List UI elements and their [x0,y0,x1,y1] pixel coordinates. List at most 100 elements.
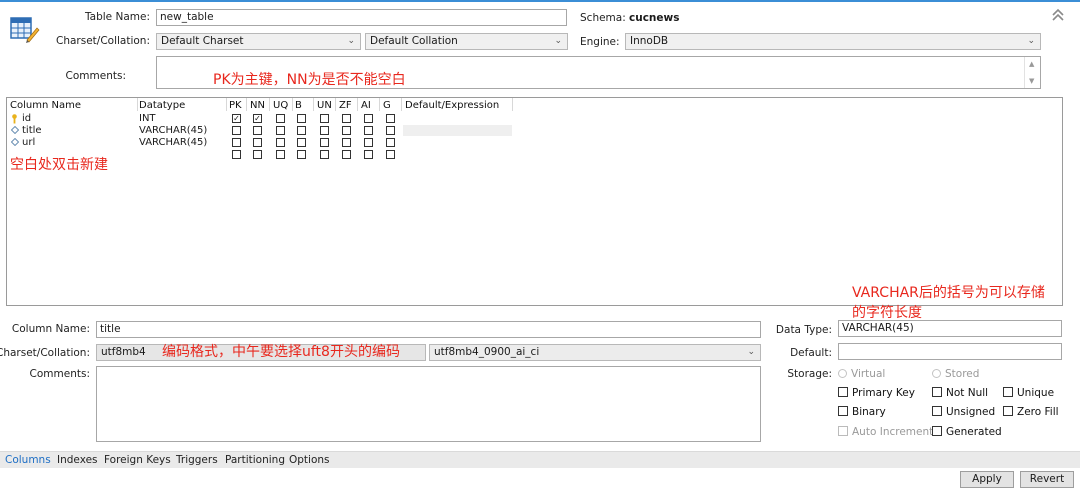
default-input[interactable] [838,343,1062,360]
zf-checkbox[interactable] [342,150,351,159]
unsigned-label: Unsigned [946,406,996,418]
table-row[interactable]: url VARCHAR(45) [7,137,1062,149]
un-checkbox[interactable] [320,114,329,123]
storage-label: Storage: [787,368,832,380]
zf-checkbox[interactable] [342,126,351,135]
uq-checkbox[interactable] [276,138,285,147]
datatype-label: Data Type: [775,324,832,336]
tab-options[interactable]: Options [289,454,330,466]
column-collation-select[interactable]: utf8mb4_0900_ai_ci ⌄ [429,344,761,361]
table-name-label: Table Name: [84,11,150,23]
scroll-down-icon: ▼ [1029,77,1035,85]
collation-select[interactable]: Default Collation ⌄ [365,33,568,50]
ai-checkbox[interactable] [364,114,373,123]
auto-increment-checkbox[interactable]: Auto Increment [838,426,933,438]
uq-checkbox[interactable] [276,114,285,123]
table-row[interactable]: title VARCHAR(45) [7,125,1062,137]
engine-select[interactable]: InnoDB ⌄ [625,33,1041,50]
tab-foreign-keys[interactable]: Foreign Keys [104,454,171,466]
virtual-radio[interactable]: Virtual [838,368,885,380]
pk-checkbox[interactable]: ✓ [232,114,241,123]
grid-header-nn: NN [250,100,265,111]
datatype-input[interactable]: VARCHAR(45) [838,320,1062,337]
table-row[interactable] [7,149,1062,161]
tab-indexes[interactable]: Indexes [57,454,98,466]
zf-checkbox[interactable] [342,114,351,123]
annotation-blank: 空白处双击新建 [10,157,108,173]
tab-partitioning[interactable]: Partitioning [225,454,285,466]
column-name-cell[interactable]: title [22,125,42,136]
collapse-chevron-icon[interactable] [1051,8,1065,22]
nn-checkbox[interactable] [253,150,262,159]
default-expression-cell[interactable] [403,137,512,148]
zero-fill-checkbox[interactable]: Zero Fill [1003,406,1059,418]
charset-collation-label: Charset/Collation: [56,35,150,47]
charset-select-value: Default Charset [161,35,244,47]
tab-columns[interactable]: Columns [5,454,51,466]
default-expression-cell[interactable] [403,125,512,136]
engine-label: Engine: [580,36,620,48]
revert-button[interactable]: Revert [1020,471,1074,488]
default-expression-cell[interactable] [403,113,512,124]
datatype-cell[interactable]: VARCHAR(45) [139,137,207,148]
table-row[interactable]: id INT ✓ ✓ [7,113,1062,125]
comments-scrollbar[interactable]: ▲ ▼ [1024,57,1040,88]
ai-checkbox[interactable] [364,138,373,147]
columns-grid[interactable]: Column Name Datatype PK NN UQ B UN ZF AI… [6,97,1063,306]
datatype-cell[interactable]: INT [139,113,156,124]
column-name-cell[interactable]: id [22,113,31,124]
primary-key-label: Primary Key [852,387,915,399]
datatype-cell[interactable]: VARCHAR(45) [139,125,207,136]
binary-checkbox[interactable]: Binary [838,406,886,418]
schema-label: Schema: [580,12,626,24]
un-checkbox[interactable] [320,138,329,147]
charset-select[interactable]: Default Charset ⌄ [156,33,361,50]
zf-checkbox[interactable] [342,138,351,147]
column-comments-textarea[interactable] [96,366,761,442]
b-checkbox[interactable] [297,114,306,123]
column-charset-label: Charset/Collation: [0,347,90,359]
ai-checkbox[interactable] [364,126,373,135]
chevron-down-icon: ⌄ [347,36,355,46]
unsigned-checkbox[interactable]: Unsigned [932,406,995,418]
g-checkbox[interactable] [386,138,395,147]
annotation-encoding: 编码格式，中午要选择uft8开头的编码 [162,344,400,360]
checkbox-icon [932,426,942,436]
checkbox-icon [838,387,848,397]
g-checkbox[interactable] [386,126,395,135]
generated-checkbox[interactable]: Generated [932,426,1002,438]
chevron-down-icon: ⌄ [747,347,755,357]
nn-checkbox[interactable] [253,126,262,135]
b-checkbox[interactable] [297,138,306,147]
g-checkbox[interactable] [386,114,395,123]
table-name-input[interactable]: new_table [156,9,567,26]
ai-checkbox[interactable] [364,150,373,159]
editor-tab-bar: Columns Indexes Foreign Keys Triggers Pa… [0,451,1080,468]
column-name-cell[interactable]: url [22,137,35,148]
not-null-checkbox[interactable]: Not Null [932,387,988,399]
tab-triggers[interactable]: Triggers [176,454,218,466]
unique-checkbox[interactable]: Unique [1003,387,1054,399]
stored-radio[interactable]: Stored [932,368,979,380]
pk-checkbox[interactable] [232,150,241,159]
nn-checkbox[interactable]: ✓ [253,114,262,123]
nn-checkbox[interactable] [253,138,262,147]
g-checkbox[interactable] [386,150,395,159]
pk-checkbox[interactable] [232,138,241,147]
apply-button[interactable]: Apply [960,471,1014,488]
not-null-label: Not Null [946,387,989,399]
un-checkbox[interactable] [320,126,329,135]
table-editor: Table Name: new_table Schema: cucnews Ch… [0,0,1080,489]
scroll-up-icon: ▲ [1029,60,1035,68]
uq-checkbox[interactable] [276,126,285,135]
uq-checkbox[interactable] [276,150,285,159]
b-checkbox[interactable] [297,126,306,135]
column-name-input[interactable]: title [96,321,761,338]
grid-header-un: UN [317,100,332,111]
primary-key-checkbox[interactable]: Primary Key [838,387,915,399]
b-checkbox[interactable] [297,150,306,159]
schema-value: cucnews [629,12,680,24]
pk-checkbox[interactable] [232,126,241,135]
unique-label: Unique [1017,387,1055,399]
un-checkbox[interactable] [320,150,329,159]
